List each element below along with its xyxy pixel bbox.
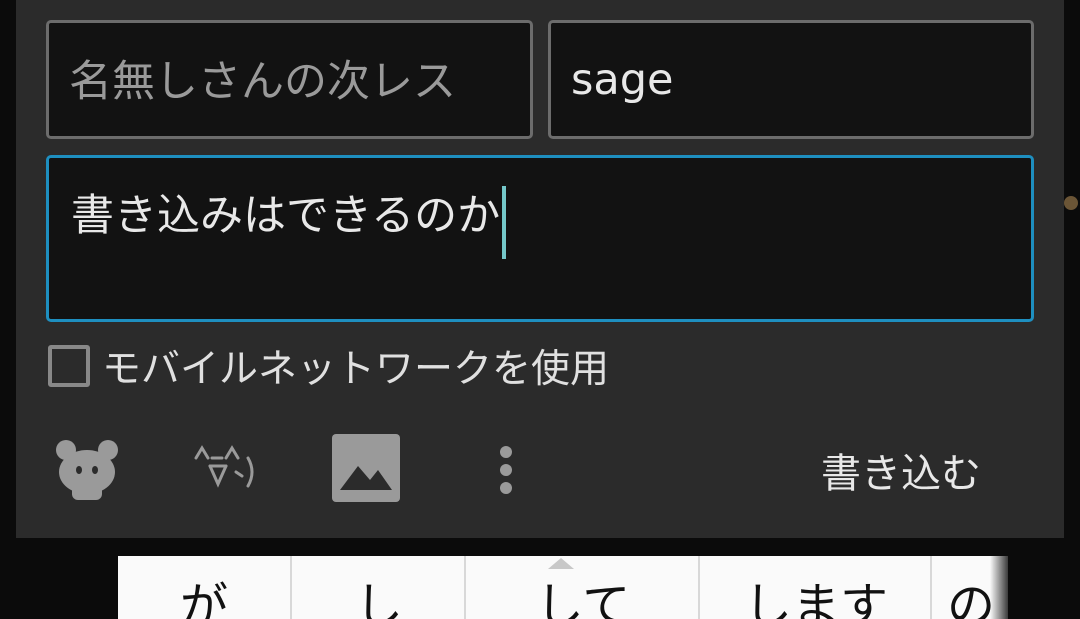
keyboard-candidate-bar: が し して します の [118, 556, 1008, 619]
mascot-icon[interactable] [52, 436, 122, 506]
name-input[interactable]: 名無しさんの次レス [46, 20, 533, 139]
name-placeholder: 名無しさんの次レス [69, 57, 456, 107]
keyboard-edge-shade [990, 556, 1008, 619]
message-value: 書き込みはできるのか [71, 191, 501, 241]
candidate-item[interactable]: し [290, 556, 466, 619]
candidate-item[interactable]: が [118, 556, 290, 619]
mobile-network-label: モバイルネットワークを使用 [102, 347, 610, 392]
candidate-item[interactable]: して [464, 556, 700, 619]
submit-button[interactable]: 書き込む [796, 446, 1006, 502]
more-vert-icon[interactable] [486, 436, 556, 506]
image-icon[interactable] [332, 434, 402, 504]
post-dialog: 名無しさんの次レス sage 書き込みはできるのか モバイルネットワークを使用 [16, 0, 1064, 538]
kaomoji-icon[interactable] [190, 436, 260, 506]
scroll-indicator-dot [1064, 196, 1078, 210]
mobile-network-checkbox[interactable] [48, 345, 90, 387]
mobile-network-option[interactable]: モバイルネットワークを使用 [48, 338, 609, 394]
text-caret [502, 186, 507, 259]
mail-input[interactable]: sage [548, 20, 1034, 139]
candidate-item[interactable]: します [698, 556, 932, 619]
mail-value: sage [571, 55, 674, 105]
message-textarea[interactable]: 書き込みはできるのか [46, 155, 1034, 322]
